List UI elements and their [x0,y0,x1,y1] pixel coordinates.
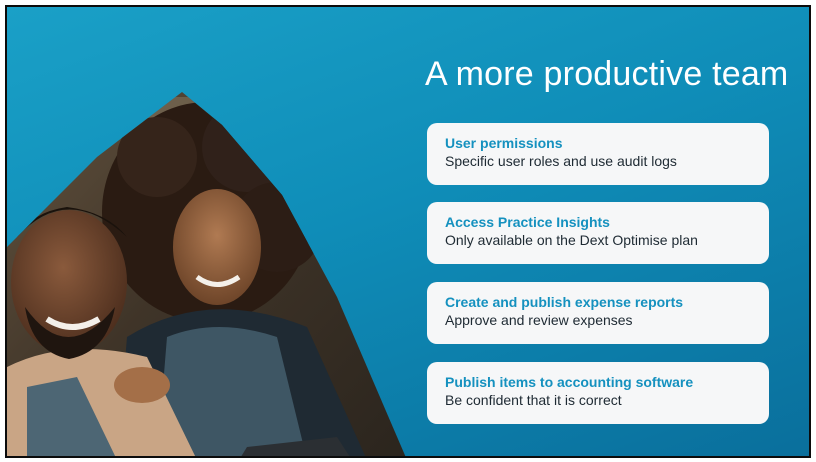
feature-card-description: Be confident that it is correct [445,392,622,408]
feature-card-expense-reports: Create and publish expense reports Appro… [427,282,769,344]
feature-card-title: Publish items to accounting software [445,374,694,390]
feature-card-title: Create and publish expense reports [445,294,684,310]
feature-card-practice-insights: Access Practice Insights Only available … [427,202,769,264]
slide-headline: A more productive team [425,55,789,93]
feature-card-description: Specific user roles and use audit logs [445,153,677,169]
feature-card-description: Approve and review expenses [445,312,633,328]
feature-card-title: User permissions [445,135,563,151]
feature-card-title: Access Practice Insights [445,214,610,230]
presentation-slide: A more productive team User permissions … [5,5,811,458]
feature-card-user-permissions: User permissions Specific user roles and… [427,123,769,185]
feature-card-description: Only available on the Dext Optimise plan [445,232,698,248]
feature-card-accounting-software: Publish items to accounting software Be … [427,362,769,424]
